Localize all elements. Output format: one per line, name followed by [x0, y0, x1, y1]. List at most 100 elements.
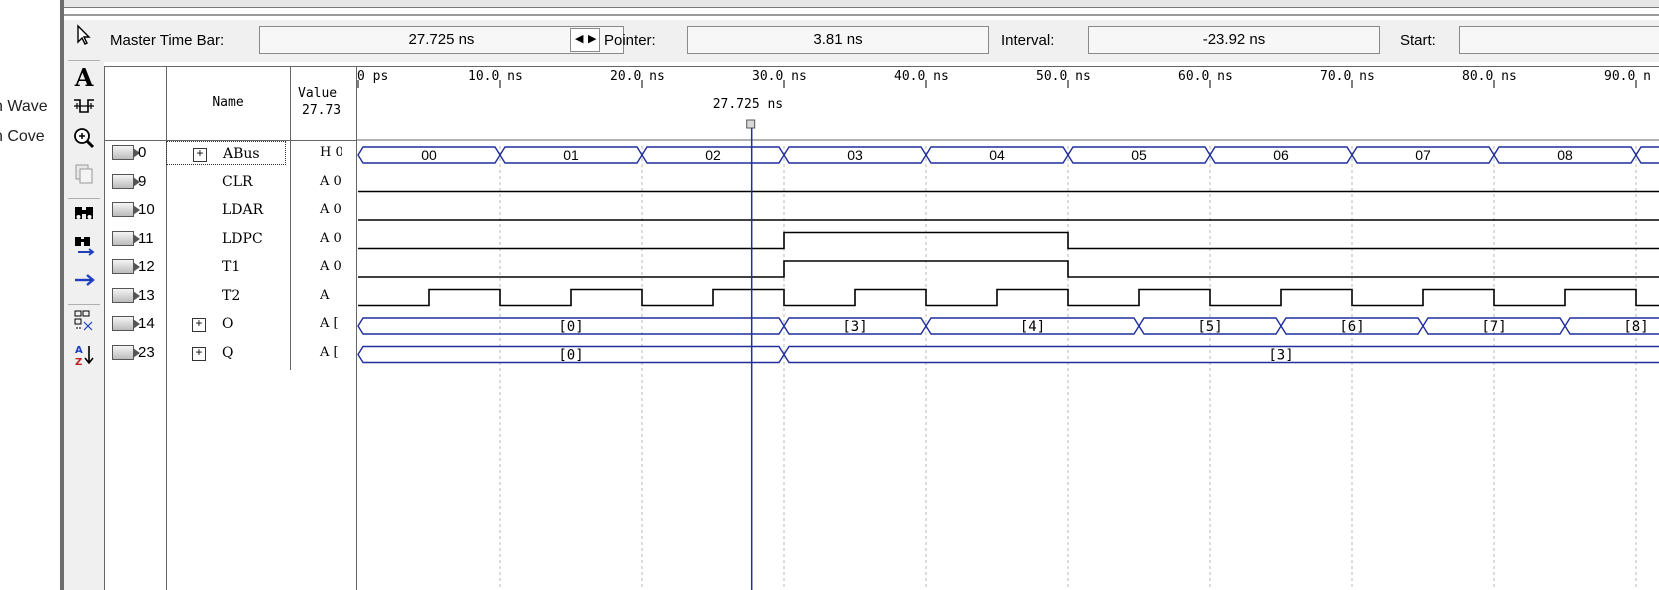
sort-icon[interactable]: AZ — [64, 342, 104, 374]
time-tick-label: 60.0 ns — [1178, 69, 1233, 84]
zoom-icon[interactable] — [64, 126, 104, 158]
arrow-left-icon[interactable]: ◀ — [575, 32, 583, 45]
signal-waveform — [358, 288, 1659, 307]
pin-icon — [112, 173, 140, 189]
signal-name-cell[interactable]: + O — [166, 312, 286, 338]
time-tick-label: 30.0 ns — [752, 69, 807, 84]
signal-value: A — [320, 287, 330, 303]
time-bar: Master Time Bar: 27.725 ns ◀ ▶ Pointer: … — [64, 20, 1659, 62]
replace-icon[interactable] — [64, 234, 104, 266]
pin-icon — [112, 287, 140, 303]
signal-name-cell[interactable]: + Q — [166, 341, 286, 367]
bus-value-label: [4] — [1020, 319, 1045, 335]
signal-id-label: 23 — [138, 343, 155, 361]
signal-id-12[interactable]: 12 — [106, 255, 164, 281]
expand-icon[interactable]: + — [192, 346, 206, 361]
signal-name-cell[interactable]: + ABus — [166, 141, 286, 165]
bus-value-label: 02 — [705, 147, 721, 163]
expand-icon[interactable]: + — [192, 318, 206, 332]
bus-value-label: [6] — [1339, 319, 1364, 335]
signal-value: A 0 — [320, 230, 342, 246]
full-screen-icon[interactable] — [64, 162, 104, 194]
signal-value-cell: A — [292, 284, 342, 310]
text-tool-icon[interactable]: A — [64, 62, 104, 94]
signal-name-cell[interactable]: LDPC — [166, 227, 286, 253]
signal-name-cell[interactable]: T2 — [166, 284, 286, 310]
signal-id-label: 14 — [138, 315, 155, 332]
time-tick-label: 10.0 ns — [468, 69, 523, 84]
time-tick-label: 80.0 ns — [1462, 69, 1517, 84]
bus-value-label: [0] — [558, 319, 583, 335]
select-pointer-icon[interactable] — [64, 24, 104, 56]
interval-field[interactable]: -23.92 ns — [1088, 26, 1380, 54]
master-time-bar-arrows[interactable]: ◀ ▶ — [570, 28, 600, 52]
bus-value-label: 01 — [563, 147, 579, 163]
group-icon[interactable] — [64, 308, 104, 340]
signal-value: H 0 — [320, 145, 342, 160]
expand-icon[interactable]: + — [193, 148, 207, 162]
signal-id-9[interactable]: 9 — [106, 170, 164, 196]
time-tick-label: 40.0 ns — [894, 69, 949, 84]
bus-value-label: [8] — [1623, 319, 1648, 335]
signal-value-cell: A [ — [292, 341, 342, 367]
left-side-panel: n Wave n Cove — [0, 0, 60, 590]
signal-value: A 0 — [320, 259, 342, 274]
bus-value-label: [7] — [1481, 319, 1506, 335]
pin-icon — [112, 316, 140, 331]
signal-value-cell: A [ — [292, 312, 342, 338]
column-divider-name — [290, 66, 291, 370]
signal-value: A 0 — [320, 173, 342, 189]
signal-id-label: 13 — [138, 286, 155, 304]
signal-name-cell[interactable]: LDAR — [166, 198, 286, 224]
pointer-field[interactable]: 3.81 ns — [687, 26, 989, 54]
bus-value-label: [3] — [1268, 348, 1293, 364]
find-icon[interactable] — [64, 202, 104, 234]
signal-name: O — [222, 316, 234, 332]
signal-name-cell[interactable]: CLR — [166, 170, 286, 196]
side-panel-item-cove[interactable]: n Cove — [0, 128, 45, 146]
signal-value-cell: A 0 — [292, 227, 342, 253]
next-transition-icon[interactable] — [64, 268, 104, 300]
window-top-strip — [64, 0, 1659, 8]
time-tick-label: 70.0 ns — [1320, 69, 1375, 84]
bus-value-label: 00 — [421, 147, 437, 163]
signal-id-11[interactable]: 11 — [106, 227, 164, 253]
waveform-toolbar: A AZ — [64, 20, 104, 590]
waveform-display[interactable]: 0 ps 10.0 ns 20.0 ns 30.0 ns 40.0 ns 50.0 ns 6… — [356, 66, 1659, 590]
start-field[interactable] — [1459, 26, 1659, 54]
signal-name-cell[interactable]: T1 — [166, 255, 286, 281]
signal-id-label: 9 — [138, 172, 147, 190]
value-column-header[interactable]: Value — [298, 86, 354, 104]
signal-id-0[interactable]: 0 — [106, 141, 164, 167]
bus-value-label: 03 — [847, 147, 863, 163]
waveform-svg[interactable]: 0 ps 10.0 ns 20.0 ns 30.0 ns 40.0 ns 50.0 ns 6… — [356, 66, 1659, 590]
signal-name: LDPC — [222, 230, 263, 247]
signal-id-label: 0 — [138, 144, 147, 161]
time-tick-label: 50.0 ns — [1036, 69, 1091, 84]
side-panel-item-wave[interactable]: n Wave — [0, 98, 48, 116]
pin-icon — [112, 259, 140, 274]
arrow-right-icon[interactable]: ▶ — [588, 32, 596, 45]
cursor-time-label: 27.725 ns — [713, 97, 783, 112]
signal-id-23[interactable]: 23 — [106, 341, 164, 367]
svg-text:A: A — [75, 345, 83, 356]
signal-id-10[interactable]: 10 — [106, 198, 164, 224]
signal-value: A [ — [320, 316, 339, 331]
window-top-line — [64, 14, 1659, 16]
time-tick-label: 90.0 n — [1604, 69, 1651, 84]
time-tick-label: 0 ps — [357, 69, 388, 84]
signal-name: LDAR — [222, 202, 264, 218]
signal-id-13[interactable]: 13 — [106, 284, 164, 310]
waveform-editing-icon[interactable] — [64, 94, 104, 126]
signal-waveform — [358, 231, 1659, 250]
signal-value-cell: A 0 — [292, 170, 342, 196]
bus-value-label: [5] — [1197, 319, 1222, 335]
pin-icon — [112, 344, 140, 360]
signal-id-14[interactable]: 14 — [106, 312, 164, 338]
pointer-label: Pointer: — [604, 32, 656, 49]
bus-value-label: 07 — [1415, 147, 1431, 163]
bus-segment — [1635, 146, 1659, 164]
signal-name: Q — [222, 344, 234, 361]
name-column-header[interactable]: Name — [166, 66, 290, 140]
signal-value-cell: A 0 — [292, 198, 342, 224]
